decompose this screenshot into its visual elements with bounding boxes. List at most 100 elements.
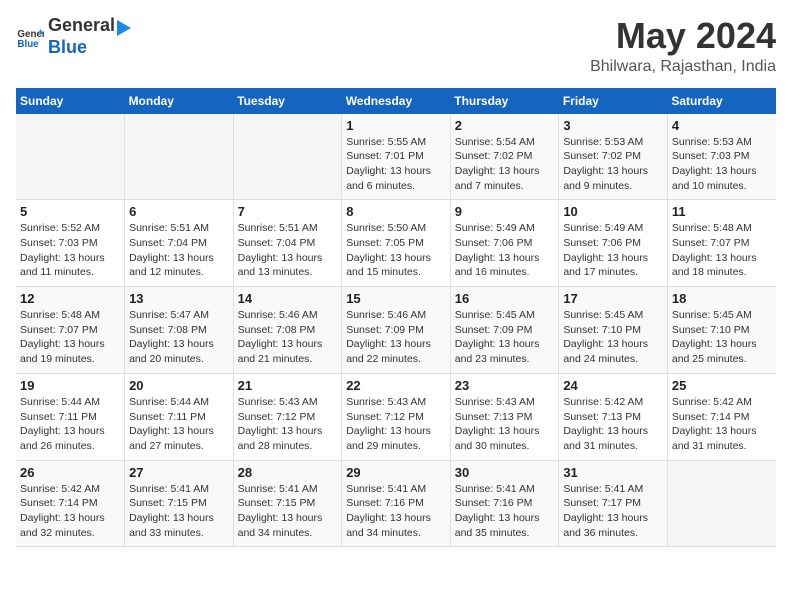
day-info: Sunrise: 5:49 AM Sunset: 7:06 PM Dayligh… [563,221,663,280]
day-cell: 3 Sunrise: 5:53 AM Sunset: 7:02 PM Daylig… [559,114,668,200]
day-info: Sunrise: 5:50 AM Sunset: 7:05 PM Dayligh… [346,221,446,280]
day-cell [125,114,234,200]
day-number: 1 [346,118,446,133]
day-cell [233,114,342,200]
day-cell: 26 Sunrise: 5:42 AM Sunset: 7:14 PM Dayli… [16,460,125,547]
week-row-1: 1 Sunrise: 5:55 AM Sunset: 7:01 PM Daylig… [16,114,776,200]
column-header-friday: Friday [559,88,668,114]
day-info: Sunrise: 5:43 AM Sunset: 7:12 PM Dayligh… [346,395,446,454]
logo-text-blue: Blue [48,38,133,58]
day-number: 16 [455,291,555,306]
day-info: Sunrise: 5:47 AM Sunset: 7:08 PM Dayligh… [129,308,229,367]
day-number: 6 [129,204,229,219]
day-info: Sunrise: 5:42 AM Sunset: 7:13 PM Dayligh… [563,395,663,454]
day-number: 29 [346,465,446,480]
day-number: 19 [20,378,120,393]
day-number: 2 [455,118,555,133]
column-header-thursday: Thursday [450,88,559,114]
week-row-4: 19 Sunrise: 5:44 AM Sunset: 7:11 PM Dayli… [16,373,776,460]
day-cell: 10 Sunrise: 5:49 AM Sunset: 7:06 PM Dayli… [559,200,668,287]
week-row-2: 5 Sunrise: 5:52 AM Sunset: 7:03 PM Daylig… [16,200,776,287]
day-cell: 22 Sunrise: 5:43 AM Sunset: 7:12 PM Dayli… [342,373,451,460]
day-info: Sunrise: 5:41 AM Sunset: 7:15 PM Dayligh… [129,482,229,541]
day-number: 28 [238,465,338,480]
day-cell: 13 Sunrise: 5:47 AM Sunset: 7:08 PM Dayli… [125,287,234,374]
column-header-wednesday: Wednesday [342,88,451,114]
day-number: 5 [20,204,120,219]
day-cell: 23 Sunrise: 5:43 AM Sunset: 7:13 PM Dayli… [450,373,559,460]
day-cell: 19 Sunrise: 5:44 AM Sunset: 7:11 PM Dayli… [16,373,125,460]
day-number: 21 [238,378,338,393]
day-info: Sunrise: 5:43 AM Sunset: 7:12 PM Dayligh… [238,395,338,454]
day-number: 4 [672,118,772,133]
day-info: Sunrise: 5:55 AM Sunset: 7:01 PM Dayligh… [346,135,446,194]
day-number: 9 [455,204,555,219]
day-info: Sunrise: 5:41 AM Sunset: 7:15 PM Dayligh… [238,482,338,541]
day-cell: 12Sunrise: 5:48 AM Sunset: 7:07 PM Dayli… [16,287,125,374]
day-number: 8 [346,204,446,219]
day-info: Sunrise: 5:46 AM Sunset: 7:09 PM Dayligh… [346,308,446,367]
day-number: 15 [346,291,446,306]
day-number: 11 [672,204,772,219]
day-cell: 24 Sunrise: 5:42 AM Sunset: 7:13 PM Dayli… [559,373,668,460]
day-cell: 11 Sunrise: 5:48 AM Sunset: 7:07 PM Dayli… [667,200,776,287]
day-cell: 21 Sunrise: 5:43 AM Sunset: 7:12 PM Dayli… [233,373,342,460]
column-header-saturday: Saturday [667,88,776,114]
day-info: Sunrise: 5:52 AM Sunset: 7:03 PM Dayligh… [20,221,120,280]
day-cell: 17Sunrise: 5:45 AM Sunset: 7:10 PM Dayli… [559,287,668,374]
svg-text:Blue: Blue [17,39,39,50]
day-info: Sunrise: 5:44 AM Sunset: 7:11 PM Dayligh… [20,395,120,454]
day-info: Sunrise: 5:46 AM Sunset: 7:08 PM Dayligh… [238,308,338,367]
day-number: 3 [563,118,663,133]
column-header-sunday: Sunday [16,88,125,114]
day-cell: 31 Sunrise: 5:41 AM Sunset: 7:17 PM Dayli… [559,460,668,547]
logo-text-general: General [48,16,115,38]
day-cell: 9Sunrise: 5:49 AM Sunset: 7:06 PM Daylig… [450,200,559,287]
day-number: 22 [346,378,446,393]
day-cell: 2Sunrise: 5:54 AM Sunset: 7:02 PM Daylig… [450,114,559,200]
day-info: Sunrise: 5:44 AM Sunset: 7:11 PM Dayligh… [129,395,229,454]
day-info: Sunrise: 5:42 AM Sunset: 7:14 PM Dayligh… [672,395,772,454]
day-cell: 18 Sunrise: 5:45 AM Sunset: 7:10 PM Dayli… [667,287,776,374]
header: General Blue General Blue May 2024 Bhilw… [16,16,776,76]
day-cell: 25 Sunrise: 5:42 AM Sunset: 7:14 PM Dayli… [667,373,776,460]
subtitle: Bhilwara, Rajasthan, India [590,58,776,76]
day-cell: 4 Sunrise: 5:53 AM Sunset: 7:03 PM Daylig… [667,114,776,200]
main-title: May 2024 [590,16,776,56]
day-cell: 27 Sunrise: 5:41 AM Sunset: 7:15 PM Dayli… [125,460,234,547]
column-header-monday: Monday [125,88,234,114]
day-number: 23 [455,378,555,393]
day-info: Sunrise: 5:51 AM Sunset: 7:04 PM Dayligh… [238,221,338,280]
day-cell [667,460,776,547]
day-number: 25 [672,378,772,393]
day-info: Sunrise: 5:53 AM Sunset: 7:03 PM Dayligh… [672,135,772,194]
day-cell: 14 Sunrise: 5:46 AM Sunset: 7:08 PM Dayli… [233,287,342,374]
day-info: Sunrise: 5:53 AM Sunset: 7:02 PM Dayligh… [563,135,663,194]
day-info: Sunrise: 5:45 AM Sunset: 7:10 PM Dayligh… [672,308,772,367]
day-cell [16,114,125,200]
day-number: 27 [129,465,229,480]
day-number: 13 [129,291,229,306]
day-number: 24 [563,378,663,393]
calendar-table: SundayMondayTuesdayWednesdayThursdayFrid… [16,88,776,548]
day-number: 14 [238,291,338,306]
day-cell: 20 Sunrise: 5:44 AM Sunset: 7:11 PM Dayli… [125,373,234,460]
day-number: 26 [20,465,120,480]
day-cell: 30Sunrise: 5:41 AM Sunset: 7:16 PM Dayli… [450,460,559,547]
logo-arrow-icon [115,18,133,38]
day-cell: 5 Sunrise: 5:52 AM Sunset: 7:03 PM Daylig… [16,200,125,287]
week-row-3: 12Sunrise: 5:48 AM Sunset: 7:07 PM Dayli… [16,287,776,374]
column-header-tuesday: Tuesday [233,88,342,114]
day-info: Sunrise: 5:42 AM Sunset: 7:14 PM Dayligh… [20,482,120,541]
day-info: Sunrise: 5:43 AM Sunset: 7:13 PM Dayligh… [455,395,555,454]
day-number: 20 [129,378,229,393]
title-area: May 2024 Bhilwara, Rajasthan, India [590,16,776,76]
day-cell: 16Sunrise: 5:45 AM Sunset: 7:09 PM Dayli… [450,287,559,374]
day-number: 18 [672,291,772,306]
day-info: Sunrise: 5:41 AM Sunset: 7:17 PM Dayligh… [563,482,663,541]
week-row-5: 26 Sunrise: 5:42 AM Sunset: 7:14 PM Dayli… [16,460,776,547]
day-number: 10 [563,204,663,219]
day-number: 31 [563,465,663,480]
day-number: 7 [238,204,338,219]
day-info: Sunrise: 5:48 AM Sunset: 7:07 PM Dayligh… [672,221,772,280]
